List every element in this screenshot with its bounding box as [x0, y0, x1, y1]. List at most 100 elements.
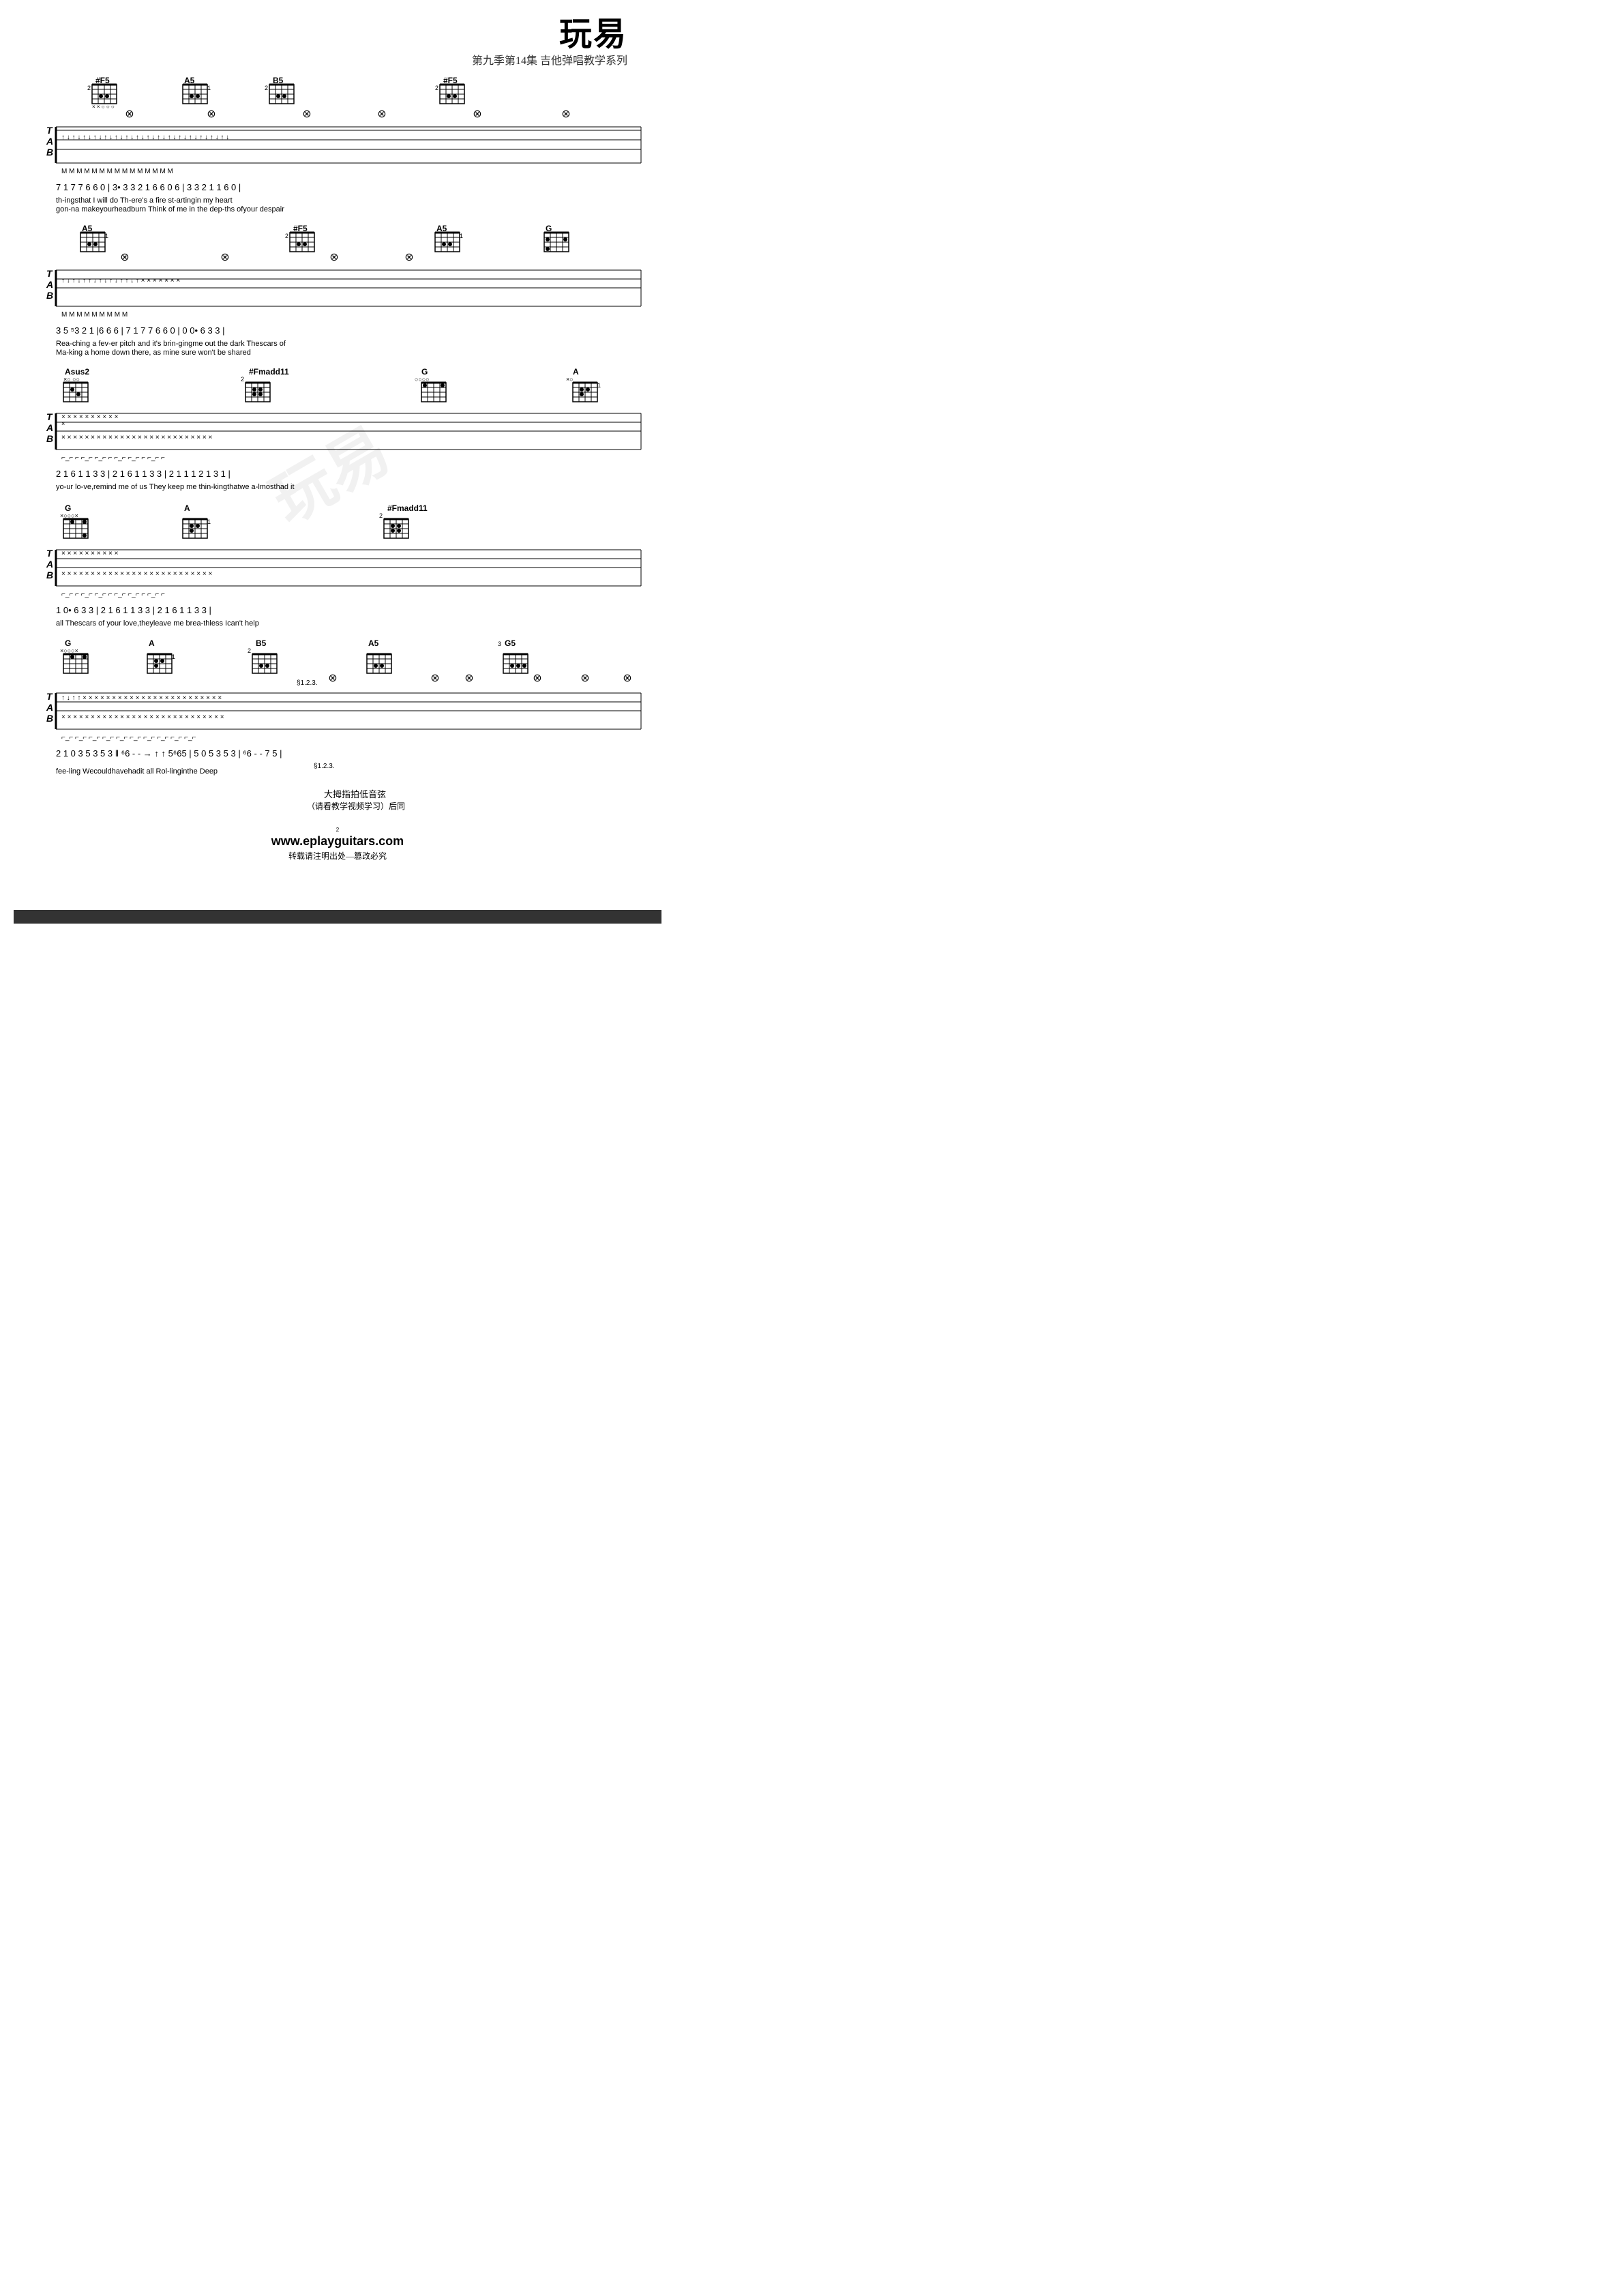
chord-dot: [374, 664, 378, 668]
chord-dot: [83, 655, 87, 659]
chord-dot: [303, 242, 307, 246]
chord-dot: [70, 520, 74, 524]
lyrics-2a: Rea-ching a fev-er pitch and it's brin-g…: [56, 340, 286, 348]
tab-t-4: T: [46, 548, 53, 559]
tab-numbers-3: 2 1 6 1 1 3 3 | 2 1 6 1 1 3 3 | 2 1 1 1 …: [56, 469, 230, 479]
chord-dot: [196, 94, 200, 98]
tab-a-4: A: [46, 559, 53, 570]
chord-dot: [282, 94, 286, 98]
chord-dot: [522, 664, 526, 668]
chord-dot: [586, 387, 590, 392]
chord-dot: [265, 664, 269, 668]
chord-dot: [441, 383, 445, 387]
chord-strings: × × ○ ○ ○: [92, 104, 115, 110]
chord-dot: [252, 392, 256, 396]
mute-symbol-3: ⊗: [302, 108, 311, 120]
x-marks-3-bot: × × × × × × × × × × × × × × × × × × × × …: [61, 434, 212, 441]
chord-dot: [380, 664, 384, 668]
lyrics-1b: gon-na makeyourheadburn Think of me in t…: [56, 205, 284, 214]
a-top-3: ×○: [566, 376, 574, 383]
chord-dot: [190, 94, 194, 98]
tab-t-label-2: T: [46, 268, 53, 279]
lyrics-4a: all Thescars of your love,theyleave me b…: [56, 619, 259, 628]
fret-1-r2a: 1: [460, 233, 463, 239]
mute-symbol-6: ⊗: [561, 108, 570, 120]
mute-r2-2: ⊗: [220, 252, 229, 263]
chord-dot: [447, 94, 451, 98]
bottom-bar: [14, 910, 661, 924]
chord-fmadd11-4: #Fmadd11: [387, 503, 428, 513]
strum-pattern-1: ↑ ↓ ↑ ↓ ↑ ↓ ↑ ↓ ↑ ↓ ↑ ↓ ↑ ↓ ↑ ↓ ↑ ↓ ↑ ↓ …: [61, 134, 229, 141]
footer-url: www.eplayguitars.com: [271, 834, 404, 848]
lyrics-3a: yo-ur lo-ve,remind me of us They keep me…: [56, 483, 295, 491]
tab-numbers-1: 7 1 7 7 6 6 0 | 3• 3 3 2 1 6 6 0 6 | 3 3…: [56, 182, 241, 192]
chord-dot: [258, 387, 263, 392]
tab-a-5: A: [46, 702, 53, 713]
strum-5: ↑ ↓ ↑ ↑ × × × × × × × × × × × × × × × × …: [61, 694, 222, 702]
chord-fret-2-r2: 2: [285, 233, 288, 239]
fret-1-2: 1: [105, 233, 108, 239]
mute-symbol-4: ⊗: [377, 108, 386, 120]
chord-fret-2b: 2: [265, 85, 268, 91]
footer-copyright: 转载请注明出处—篡改必究: [288, 851, 387, 861]
mute-r2-3: ⊗: [329, 252, 338, 263]
tab-b-4: B: [46, 570, 53, 580]
chord-dot: [580, 392, 584, 396]
fret-a-r3: 1: [597, 382, 601, 389]
chord-dot: [391, 524, 395, 528]
chord-dot: [259, 664, 263, 668]
x-marks-4-bot: × × × × × × × × × × × × × × × × × × × × …: [61, 570, 212, 578]
g5-tri: 3: [498, 641, 501, 647]
b5-fret-r5: 2: [248, 647, 251, 654]
mute-r5-4: ⊗: [533, 673, 541, 684]
chord-a-row5: A: [149, 638, 155, 648]
mute-r5-5: ⊗: [580, 673, 589, 684]
chord-dot: [516, 664, 520, 668]
chord-a5-row5: A5: [368, 638, 379, 648]
chord-dot: [190, 529, 194, 533]
fret-a-r5: 1: [172, 653, 175, 660]
mute-r5-1: ⊗: [328, 673, 337, 684]
section-marker-2: §1.2.3.: [314, 763, 335, 770]
chord-dot: [105, 94, 109, 98]
chord-dot: [391, 529, 395, 533]
chord-dot: [99, 94, 103, 98]
chord-dot: [87, 242, 91, 246]
fmadd-fret: 2: [241, 376, 244, 383]
chord-dot: [448, 242, 452, 246]
chord-b5-row5: B5: [256, 638, 267, 648]
chord-dot: [297, 242, 301, 246]
chord-dot: [154, 664, 158, 668]
subtitle: 第九季第14集 吉他弹唱教学系列: [472, 51, 627, 68]
tab-numbers-2: 3 5 ⁵3 2 1 |6 6 6 | 7 1 7 7 6 6 0 | 0 0•…: [56, 325, 225, 336]
notation-area: 玩易 #F5 2 × × ○ ○ ○ A5: [14, 71, 634, 927]
tab-b-label-2: B: [46, 290, 53, 301]
tab-b-3: B: [46, 433, 53, 444]
chord-fmadd11: #Fmadd11: [249, 367, 289, 377]
chord-dot: [70, 387, 74, 392]
mute-r5-3: ⊗: [464, 673, 473, 684]
chord-dot: [190, 524, 194, 528]
chord-dot: [563, 237, 567, 241]
chord-a-row3: A: [573, 367, 579, 377]
chord-dot: [546, 247, 550, 251]
mute-symbol-1: ⊗: [125, 108, 134, 120]
fret-num: 1: [207, 85, 211, 91]
rhythm-5: ⌐_⌐ ⌐_⌐ ⌐_⌐ ⌐_⌐ ⌐_⌐ ⌐_⌐ ⌐_⌐ ⌐_⌐ ⌐_⌐ ⌐_⌐: [61, 734, 196, 741]
chord-dot: [580, 387, 584, 392]
tab-numbers-5: 2 1 0 3 5 3 5 3 ‖ ⁶6 - - → ↑ ↑ 5⁶65 | 5 …: [56, 748, 282, 759]
mute-symbol-2: ⊗: [207, 108, 215, 120]
mute-symbol-5: ⊗: [473, 108, 481, 120]
chord-dot: [70, 655, 74, 659]
tab-t-3: T: [46, 411, 53, 422]
thumb-note-2: （请看教学视频学习）后同: [307, 801, 405, 811]
page-number-label: 2: [336, 827, 340, 833]
chord-asus2: Asus2: [65, 367, 89, 377]
mute-r2-1: ⊗: [120, 252, 129, 263]
chord-dot: [154, 659, 158, 663]
chord-dot: [83, 520, 87, 524]
tab-t-5: T: [46, 691, 53, 702]
chord-dot: [160, 659, 164, 663]
chord-g-row4: G: [65, 503, 71, 513]
chord-dot: [93, 242, 98, 246]
